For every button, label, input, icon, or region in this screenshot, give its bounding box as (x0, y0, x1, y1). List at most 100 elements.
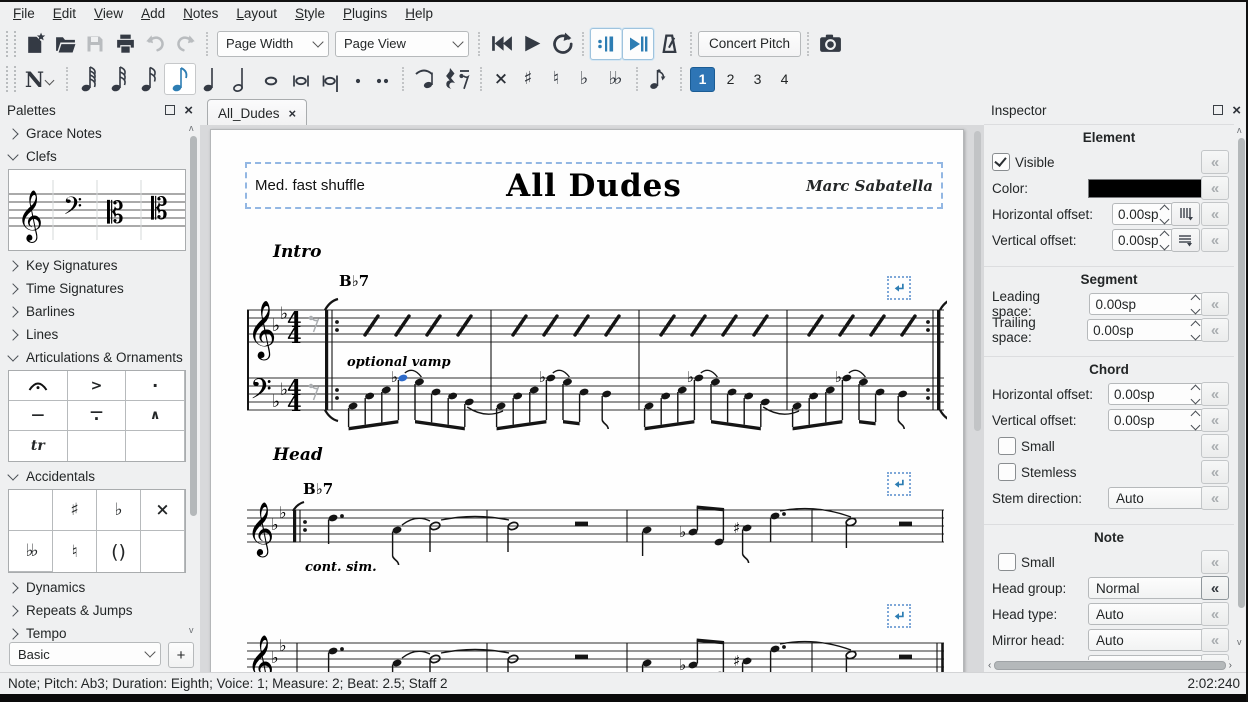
mirror-head-select[interactable]: Auto (1088, 629, 1206, 651)
leading-space-spinbox[interactable]: 0.00sp (1089, 293, 1206, 315)
toolbar-drag-handle[interactable] (6, 66, 16, 92)
sharp-cell[interactable]: ♯ (53, 490, 97, 531)
palette-item-repeats-jumps[interactable]: Repeats & Jumps (0, 599, 200, 622)
reset-visible-button[interactable]: « (1201, 150, 1229, 174)
head-group-select[interactable]: Normal (1088, 577, 1206, 599)
open-button[interactable] (50, 29, 80, 59)
reset-trailing-button[interactable]: « (1201, 318, 1229, 342)
palette-item-articulations[interactable]: Articulations & Ornaments (0, 346, 200, 369)
empty-cell[interactable] (141, 531, 185, 572)
rewind-button[interactable] (486, 29, 516, 59)
augmentation-dot-button[interactable] (346, 64, 370, 94)
natural-button[interactable]: ♮ (542, 64, 570, 94)
double-flat-cell[interactable]: ♭♭ (9, 531, 53, 572)
system-break-icon[interactable] (887, 472, 911, 496)
16th-note-button[interactable] (134, 64, 164, 94)
composer-text[interactable]: Marc Sabatella (743, 177, 933, 195)
voice-3-button[interactable]: 3 (746, 68, 769, 91)
reset-chord-hoffset-button[interactable]: « (1201, 382, 1229, 406)
accent-cell[interactable]: > (68, 371, 127, 401)
palette-item-grace-notes[interactable]: Grace Notes (0, 122, 200, 145)
loop-playback-button[interactable] (546, 29, 576, 59)
head-system[interactable]: 𝄞♭♭♭♯B♭7cont. sim. (247, 480, 947, 576)
toolbar-drag-handle[interactable] (6, 31, 16, 57)
rest-button[interactable] (440, 64, 474, 94)
tie-button[interactable] (410, 64, 440, 94)
palettes-scrollbar[interactable] (190, 136, 197, 516)
score-page[interactable]: Med. fast shuffle All Dudes Marc Sabatel… (210, 129, 964, 672)
menu-plugins[interactable]: Plugins (334, 2, 396, 26)
inspector-scrollbar[interactable] (1238, 138, 1245, 608)
play-button[interactable] (516, 29, 546, 59)
scroll-up-icon[interactable]: ᴧ (189, 124, 197, 132)
portato-cell[interactable]: —· (68, 401, 127, 431)
menu-layout[interactable]: Layout (227, 2, 286, 26)
pan-score-toggle[interactable] (622, 28, 654, 60)
stem-direction-select[interactable]: Auto (1108, 487, 1206, 509)
empty-cell[interactable] (126, 431, 185, 461)
palette-item-accidentals[interactable]: Accidentals (0, 465, 200, 488)
stemless-checkbox[interactable] (998, 463, 1016, 481)
float-panel-icon[interactable] (1213, 105, 1223, 115)
scroll-down-icon[interactable]: ᴠ (1237, 638, 1245, 646)
close-panel-icon[interactable]: × (184, 103, 193, 118)
reset-chord-small-button[interactable]: « (1201, 434, 1229, 458)
system-break-icon[interactable] (887, 604, 911, 628)
workspace-select[interactable]: Basic (9, 642, 161, 666)
natural-cell[interactable]: ♮ (53, 531, 97, 572)
menu-file[interactable]: File (4, 2, 44, 26)
voice-2-button[interactable]: 2 (719, 68, 742, 91)
reset-color-button[interactable]: « (1201, 176, 1229, 200)
empty-cell[interactable] (9, 490, 53, 531)
breve-button[interactable] (286, 64, 316, 94)
clef-cells[interactable]: 𝄞 𝄢 𝄡 𝄡 (9, 170, 185, 250)
reset-mirror-head-button[interactable]: « (1201, 628, 1229, 652)
redo-button[interactable] (170, 29, 200, 59)
32nd-note-button[interactable] (104, 64, 134, 94)
close-tab-icon[interactable]: × (289, 106, 297, 121)
system-break-icon[interactable] (887, 276, 911, 300)
note-input-button[interactable]: N (20, 64, 60, 94)
score-scrollbar[interactable] (974, 131, 981, 431)
trill-cell[interactable]: tr (9, 431, 68, 461)
head-type-select[interactable]: Auto (1088, 603, 1206, 625)
intro-system[interactable]: 𝄞♭♭44𝄢♭♭44♭♭♭♭B♭7optional vamp (247, 270, 947, 442)
parentheses-cell[interactable]: () (97, 531, 141, 572)
reset-head-group-button[interactable]: « (1201, 576, 1229, 600)
staccato-cell[interactable]: · (126, 371, 185, 401)
64th-note-button[interactable] (74, 64, 104, 94)
palette-item-lines[interactable]: Lines (0, 323, 200, 346)
double-flat-button[interactable]: ♭♭ (598, 64, 630, 94)
scroll-left-icon[interactable]: ‹ (988, 661, 991, 671)
double-sharp-button[interactable]: × (488, 64, 514, 94)
view-mode-select[interactable]: Page View (335, 31, 469, 57)
float-panel-icon[interactable] (165, 105, 175, 115)
scroll-down-icon[interactable]: ᴠ (189, 626, 197, 634)
reset-head-type-button[interactable]: « (1201, 602, 1229, 626)
scroll-right-icon[interactable]: › (1229, 661, 1232, 671)
third-system[interactable]: 𝄞♭♭♭♯ (247, 613, 947, 672)
flip-direction-button[interactable] (644, 64, 674, 94)
flat-button[interactable]: ♭ (570, 64, 598, 94)
note-small-checkbox[interactable] (998, 553, 1016, 571)
score-canvas[interactable]: Med. fast shuffle All Dudes Marc Sabatel… (200, 125, 984, 672)
voffset-spinbox[interactable]: 0.00sp (1112, 229, 1174, 251)
reset-leading-button[interactable]: « (1201, 292, 1229, 316)
zoom-select[interactable]: Page Width (217, 31, 329, 57)
image-capture-button[interactable] (815, 29, 845, 59)
menu-add[interactable]: Add (132, 2, 174, 26)
longa-button[interactable] (316, 64, 346, 94)
trailing-space-spinbox[interactable]: 0.00sp (1087, 319, 1206, 341)
reset-hoffset-button[interactable]: « (1201, 202, 1229, 226)
sharp-button[interactable]: ♯ (514, 64, 542, 94)
metronome-button[interactable] (654, 29, 684, 59)
palette-item-clefs[interactable]: Clefs (0, 145, 200, 168)
menu-help[interactable]: Help (396, 2, 442, 26)
reset-stemless-button[interactable]: « (1201, 460, 1229, 484)
snap-horizontal-button[interactable] (1171, 202, 1200, 226)
print-button[interactable] (110, 29, 140, 59)
palette-item-dynamics[interactable]: Dynamics (0, 576, 200, 599)
quarter-note-button[interactable] (196, 64, 226, 94)
tempo-text[interactable]: Med. fast shuffle (255, 177, 445, 194)
whole-note-button[interactable] (256, 64, 286, 94)
